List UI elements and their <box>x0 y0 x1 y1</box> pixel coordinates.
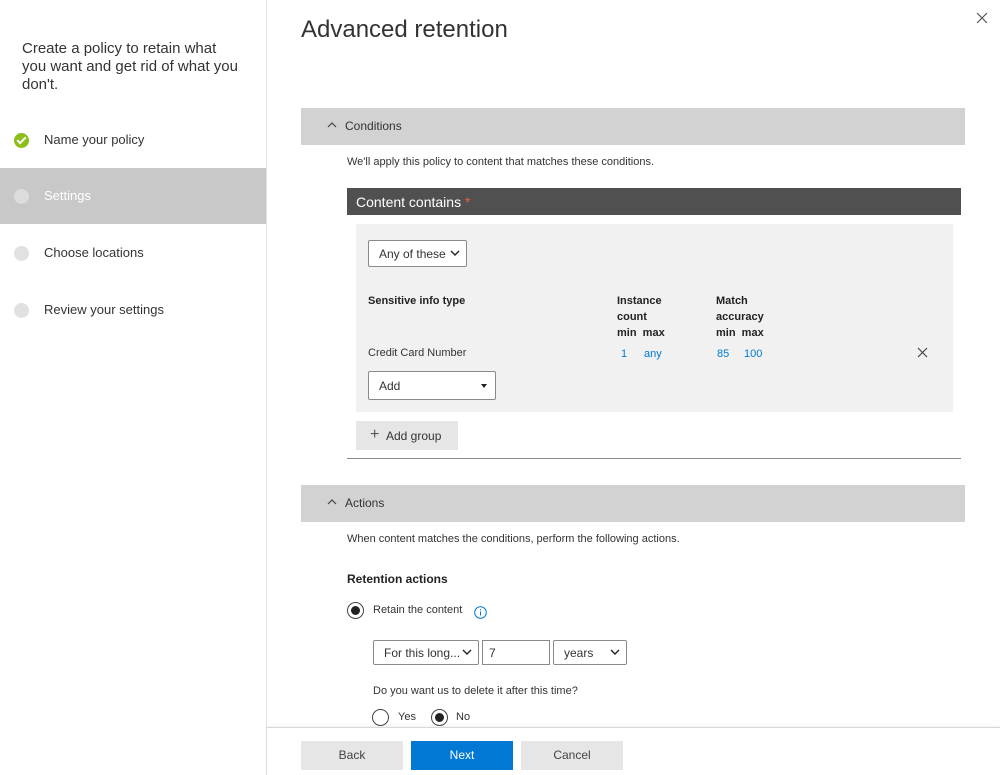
retain-content-radio[interactable] <box>347 602 364 619</box>
step-dot-icon <box>14 246 29 261</box>
row-info-type: Credit Card Number <box>368 347 467 359</box>
step-label: Choose locations <box>44 245 144 260</box>
col-instance-minmax: min max <box>617 327 665 339</box>
wizard-intro: Create a policy to retain what you want … <box>22 40 238 93</box>
actions-note: When content matches the conditions, per… <box>347 533 680 545</box>
cancel-button[interactable]: Cancel <box>521 741 623 770</box>
close-icon[interactable] <box>974 10 990 26</box>
caret-down-icon <box>481 384 487 388</box>
chevron-up-icon <box>327 499 337 505</box>
add-info-type-select[interactable]: Add <box>368 371 496 400</box>
accuracy-min-link[interactable]: 85 <box>717 348 729 360</box>
step-review-settings[interactable]: Review your settings <box>0 282 266 338</box>
remove-row-icon[interactable] <box>917 347 928 358</box>
delete-question: Do you want us to delete it after this t… <box>373 685 578 697</box>
content-contains-label: Content contains * <box>356 194 471 210</box>
add-group-button[interactable]: + Add group <box>356 421 458 450</box>
step-label: Review your settings <box>44 302 164 317</box>
step-choose-locations[interactable]: Choose locations <box>0 225 266 281</box>
step-settings[interactable]: Settings <box>0 168 266 224</box>
conditions-section-header[interactable]: Conditions <box>301 108 965 145</box>
required-mark: * <box>464 194 471 210</box>
col-accuracy-minmax: min max <box>716 327 764 339</box>
page-title: Advanced retention <box>301 16 508 43</box>
actions-section-header[interactable]: Actions <box>301 485 965 522</box>
wizard-panel: Create a policy to retain what you want … <box>0 0 267 775</box>
retention-duration-input[interactable]: 7 <box>482 640 550 665</box>
instance-max-link[interactable]: any <box>644 348 662 360</box>
section-title: Actions <box>345 496 385 510</box>
divider <box>347 458 961 459</box>
accuracy-max-link[interactable]: 100 <box>744 348 762 360</box>
delete-no-label: No <box>456 711 471 723</box>
next-button[interactable]: Next <box>411 741 513 770</box>
check-icon <box>14 133 29 148</box>
delete-yes-label: Yes <box>398 711 416 723</box>
delete-yes-radio[interactable] <box>372 709 389 726</box>
back-button[interactable]: Back <box>301 741 403 770</box>
retention-unit-select[interactable]: years <box>553 640 627 665</box>
chevron-down-icon <box>450 250 460 256</box>
step-dot-icon <box>14 303 29 318</box>
chevron-down-icon <box>610 649 620 655</box>
plus-icon: + <box>370 426 380 443</box>
retention-period-select[interactable]: For this long... <box>373 640 479 665</box>
chevron-up-icon <box>327 122 337 128</box>
info-icon[interactable] <box>474 606 487 619</box>
col-match-accuracy: Match accuracy <box>716 295 764 323</box>
col-sensitive-info-type: Sensitive info type <box>368 295 466 307</box>
conditions-note: We'll apply this policy to content that … <box>347 156 655 168</box>
retention-actions-title: Retention actions <box>347 572 448 586</box>
step-label: Settings <box>44 188 91 203</box>
step-name-your-policy[interactable]: Name your policy <box>0 112 266 168</box>
col-instance-count: Instance count <box>617 295 662 323</box>
retain-content-label: Retain the content <box>373 604 463 616</box>
chevron-down-icon <box>462 649 472 655</box>
match-any-select[interactable]: Any of these <box>368 240 467 267</box>
step-dot-icon <box>14 189 29 204</box>
section-title: Conditions <box>345 119 402 133</box>
delete-no-radio[interactable] <box>431 709 448 726</box>
step-label: Name your policy <box>44 132 145 147</box>
content-contains-bar: Content contains * <box>347 188 961 215</box>
instance-min-link[interactable]: 1 <box>621 348 627 360</box>
